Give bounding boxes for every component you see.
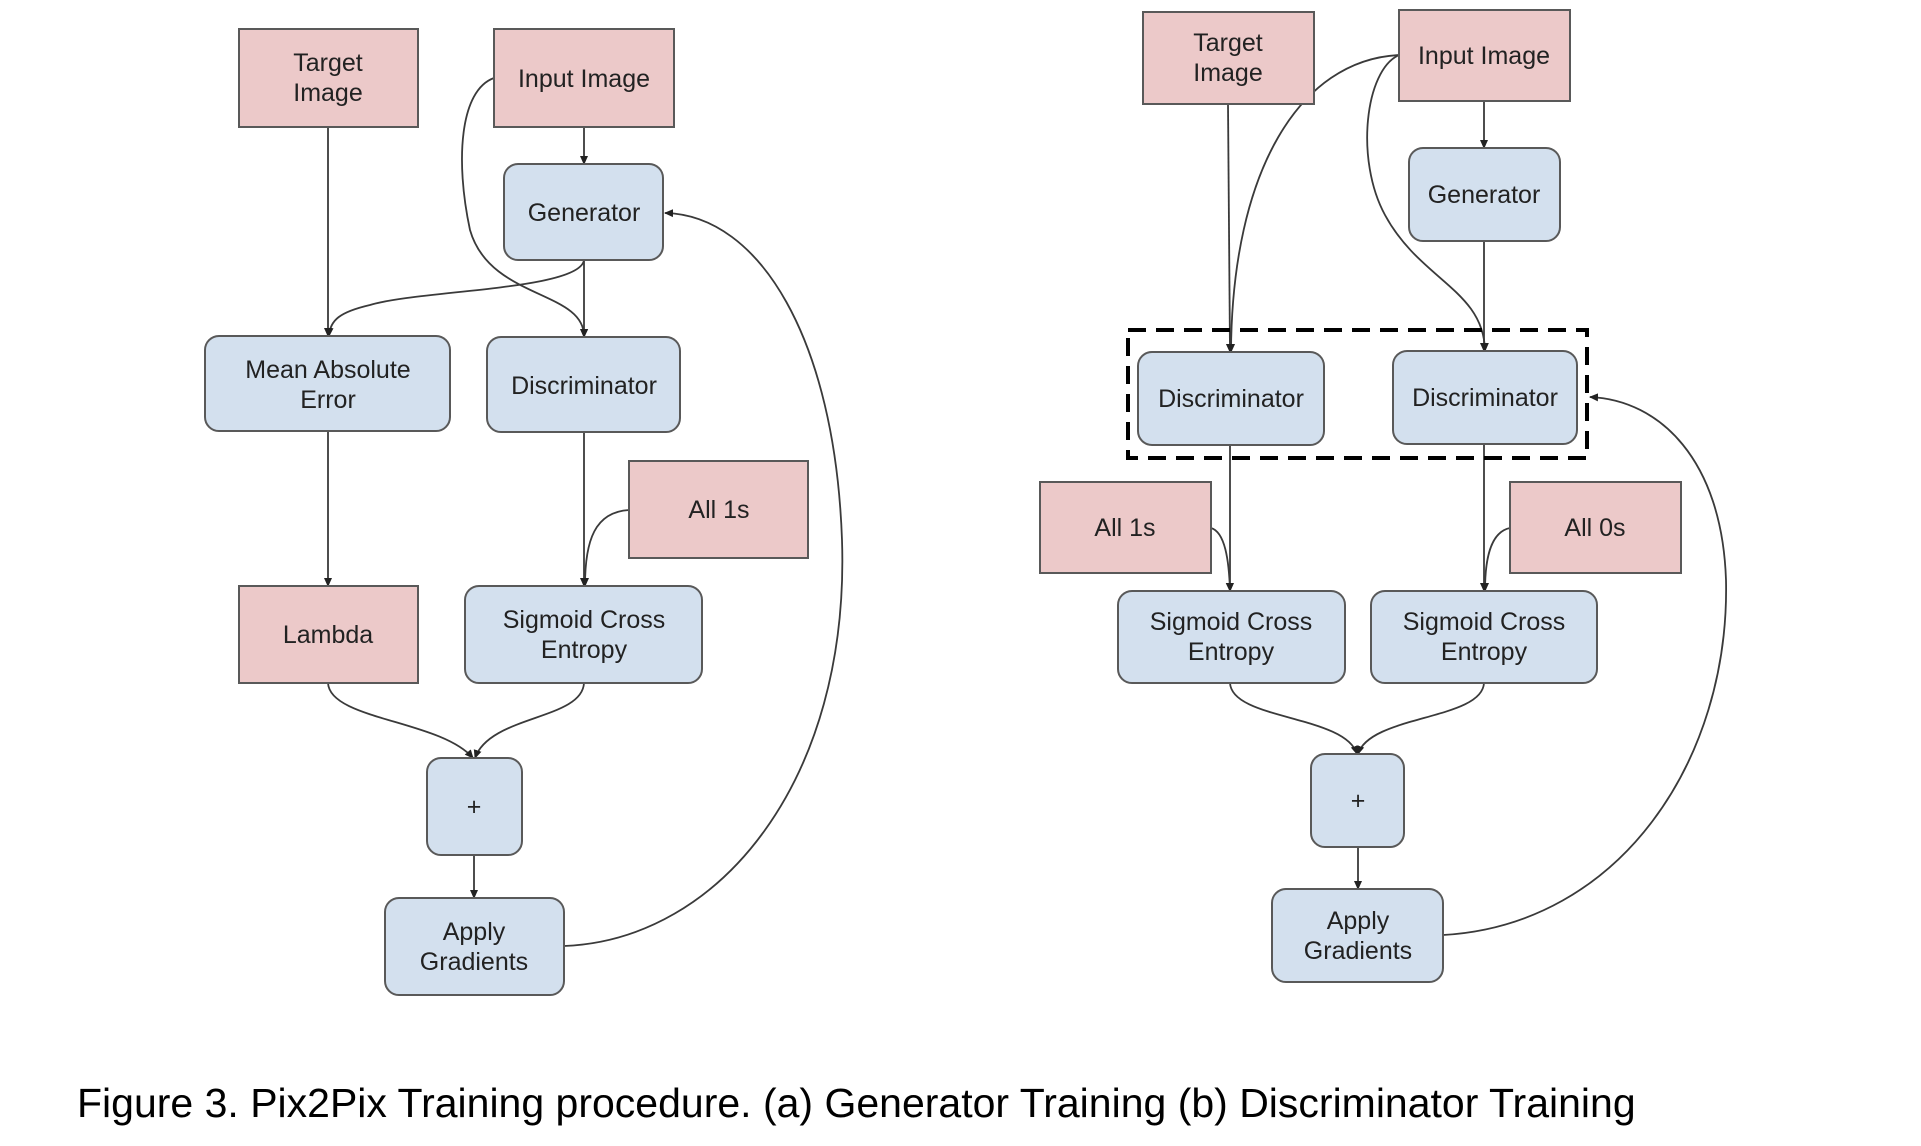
edge-b-all0s-to-sce [1481,527,1511,592]
pix2pix-training-diagram: Target Image Input Image Generator Mean … [204,9,1727,996]
node-label: All 1s [688,496,749,524]
node-label: Gradients [420,948,528,976]
node-b-apply-gradients: Apply Gradients [1271,888,1444,983]
node-label: Discriminator [511,372,657,400]
node-label: Target [293,49,363,77]
node-label: Sigmoid Cross [503,606,666,634]
edge-a-all1s-to-sce [581,509,630,587]
node-label: Apply [443,918,506,946]
panel-b-discriminator-training: Target Image Input Image Generator Discr… [1039,9,1727,983]
node-label: Generator [528,199,641,227]
node-a-input-image: Input Image [493,28,675,128]
node-label: Entropy [541,636,628,664]
node-b-all-1s: All 1s [1039,481,1212,574]
node-a-all-1s: All 1s [628,460,809,559]
node-label: Entropy [1188,638,1275,666]
node-label: Sigmoid Cross [1403,608,1566,636]
edge-a-lambda-to-plus [327,682,474,759]
figure-caption: Figure 3. Pix2Pix Training procedure. (a… [77,1080,1636,1126]
node-b-all-0s: All 0s [1509,481,1682,574]
panel-a-generator-training: Target Image Input Image Generator Mean … [204,28,844,996]
node-a-lambda: Lambda [238,585,419,684]
node-label: All 0s [1564,514,1625,542]
node-label: Target [1193,29,1263,57]
edge-b-all1s-to-sce [1210,527,1234,592]
node-b-generator: Generator [1408,147,1561,242]
node-b-sigmoid-cross-entropy-real: Sigmoid Cross Entropy [1117,590,1346,684]
node-label: Generator [1428,181,1541,209]
node-b-discriminator-real: Discriminator [1137,351,1325,446]
node-label: Entropy [1441,638,1528,666]
edge-b-target-to-discriminator-real [1225,103,1234,353]
node-b-target-image: Target Image [1142,11,1315,105]
node-label: Discriminator [1412,384,1558,412]
node-label: + [1351,787,1366,815]
node-a-plus: + [426,757,523,856]
node-a-generator: Generator [503,163,664,261]
edge-b-sce-real-to-plus [1229,682,1359,755]
edge-a-sce-to-plus [473,682,585,759]
node-label: Discriminator [1158,385,1304,413]
node-label: Input Image [518,65,650,93]
node-label: Mean Absolute [245,356,410,384]
node-a-apply-gradients: Apply Gradients [384,897,565,996]
node-b-input-image: Input Image [1398,9,1571,102]
node-label: + [467,793,482,821]
node-label: Image [1193,59,1262,87]
node-a-sigmoid-cross-entropy: Sigmoid Cross Entropy [464,585,703,684]
node-b-discriminator-fake: Discriminator [1392,350,1578,445]
node-label: All 1s [1094,514,1155,542]
node-label: Sigmoid Cross [1150,608,1313,636]
node-a-target-image: Target Image [238,28,419,128]
node-b-sigmoid-cross-entropy-fake: Sigmoid Cross Entropy [1370,590,1598,684]
node-label: Gradients [1304,937,1412,965]
node-b-plus: + [1310,753,1405,848]
node-label: Lambda [283,621,373,649]
node-a-discriminator: Discriminator [486,336,681,433]
node-label: Image [293,79,362,107]
edge-a-apply-to-generator [563,209,844,947]
node-label: Error [300,386,356,414]
node-label: Apply [1327,907,1390,935]
edge-b-sce-fake-to-plus [1356,682,1485,755]
node-a-mean-absolute-error: Mean Absolute Error [204,335,451,432]
node-label: Input Image [1418,42,1550,70]
